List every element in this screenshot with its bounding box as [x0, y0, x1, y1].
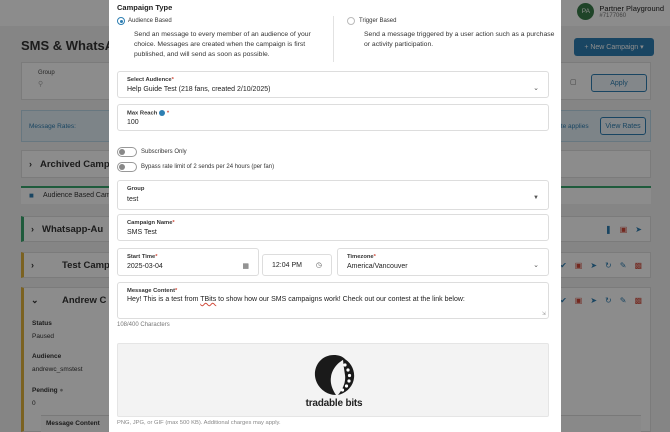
start-date-input[interactable]: Start Time* 2025-03-04 ▦ [117, 248, 259, 276]
subscribers-only-label: Subscribers Only [141, 149, 187, 155]
required-marker: * [373, 254, 376, 260]
audience-based-description: Send an message to every member of an au… [134, 31, 311, 58]
group-label: Group [127, 186, 145, 192]
start-time-label: Start Time* [127, 254, 158, 260]
calendar-icon[interactable]: ▦ [242, 262, 249, 270]
select-audience-value: Help Guide Test (218 fans, created 2/10/… [127, 86, 271, 93]
character-count: 108/400 Characters [117, 322, 170, 328]
required-marker: * [166, 110, 170, 117]
max-reach-label: Max Reach * [127, 110, 169, 117]
campaign-name-input[interactable]: Campaign Name* SMS Test [117, 214, 549, 241]
chevron-down-icon: ⌄ [533, 262, 539, 269]
max-reach-label-text: Max Reach [127, 110, 158, 117]
uploaded-logo-image: tradable bits [299, 351, 369, 411]
message-text-start: Hey! This is a test from [127, 296, 201, 303]
message-text-end: to show how our SMS campaigns work! Chec… [216, 296, 465, 303]
select-audience-dropdown[interactable]: Select Audience* Help Guide Test (218 fa… [117, 71, 549, 98]
timezone-label-text: Timezone [347, 254, 374, 260]
trigger-based-label: Trigger Based [359, 18, 397, 24]
campaign-modal: Campaign Type Audience Based Send an mes… [109, 0, 561, 432]
trigger-based-radio[interactable] [347, 17, 355, 25]
group-select[interactable]: Group test ▼ [117, 180, 549, 210]
required-marker: * [172, 220, 175, 226]
upload-note: PNG, JPG, or GIF (max 500 KB). Additiona… [117, 420, 281, 426]
divider [333, 16, 334, 62]
bypass-rate-label: Bypass rate limit of 2 sends per 24 hour… [141, 164, 275, 170]
campaign-name-value: SMS Test [127, 229, 157, 236]
caret-down-icon: ▼ [533, 195, 539, 201]
resize-handle-icon[interactable]: ⇲ [542, 311, 546, 317]
message-content-label: Message Content* [127, 288, 177, 294]
info-icon[interactable] [159, 110, 166, 116]
campaign-type-title: Campaign Type [117, 3, 173, 12]
message-text-brand: TBits [200, 296, 217, 303]
message-content-label-text: Message Content [127, 288, 175, 294]
select-audience-label: Select Audience* [127, 77, 174, 83]
max-reach-input[interactable]: Max Reach * 100 [117, 104, 549, 131]
start-time-input[interactable]: 12:04 PM ◷ [262, 254, 332, 276]
tradable-bits-logo-icon [314, 355, 355, 395]
required-marker: * [175, 288, 178, 294]
message-content-textarea[interactable]: Message Content* Hey! This is a test fro… [117, 282, 549, 319]
image-upload-area[interactable]: tradable bits [117, 343, 549, 417]
clock-icon[interactable]: ◷ [316, 261, 322, 269]
required-marker: * [171, 77, 174, 83]
timezone-value: America/Vancouver [347, 263, 408, 270]
timezone-label: Timezone* [347, 254, 376, 260]
chevron-down-icon: ⌄ [533, 85, 539, 92]
start-date-value: 2025-03-04 [127, 263, 163, 270]
campaign-name-label-text: Campaign Name [127, 220, 173, 226]
bypass-rate-toggle[interactable] [117, 162, 137, 172]
campaign-name-label: Campaign Name* [127, 220, 175, 226]
subscribers-only-toggle[interactable] [117, 147, 137, 157]
logo-text: tradable bits [305, 398, 363, 409]
audience-based-label: Audience Based [128, 18, 172, 24]
message-content-value: Hey! This is a test from TBits to show h… [127, 296, 465, 303]
group-value: test [127, 196, 139, 203]
start-time-value: 12:04 PM [272, 262, 302, 269]
timezone-dropdown[interactable]: Timezone* America/Vancouver ⌄ [337, 248, 549, 276]
max-reach-value: 100 [127, 119, 139, 126]
start-time-label-text: Start Time [127, 254, 156, 260]
trigger-based-description: Send a message triggered by a user actio… [364, 31, 555, 48]
required-marker: * [155, 254, 158, 260]
select-audience-label-text: Select Audience [127, 77, 172, 83]
audience-based-radio[interactable] [117, 17, 125, 25]
